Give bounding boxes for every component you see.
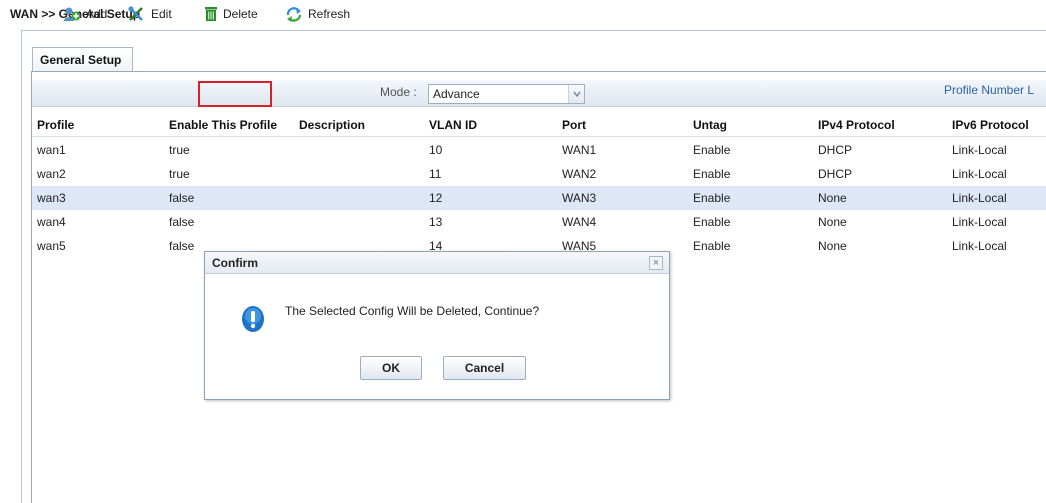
cell-ipv4-protocol: None bbox=[818, 191, 847, 205]
delete-button-label: Delete bbox=[223, 7, 258, 21]
edit-icon bbox=[128, 6, 146, 22]
cell-ipv6-protocol: Link-Local bbox=[952, 191, 1007, 205]
cell-vlan-id: 13 bbox=[429, 215, 443, 229]
delete-button[interactable]: Delete bbox=[204, 4, 258, 24]
table-row-selected[interactable]: wan3 false 12 WAN3 Enable None Link-Loca… bbox=[32, 186, 1046, 210]
cell-enable: false bbox=[169, 239, 195, 253]
cell-profile: wan1 bbox=[37, 143, 66, 157]
mode-select-value: Advance bbox=[433, 87, 480, 101]
column-header-enable[interactable]: Enable This Profile bbox=[169, 118, 277, 132]
table-row[interactable]: wan4 false 13 WAN4 Enable None Link-Loca… bbox=[32, 210, 1046, 234]
cell-untag: Enable bbox=[693, 143, 731, 157]
refresh-icon bbox=[285, 6, 303, 22]
profile-number-limit-link[interactable]: Profile Number L bbox=[944, 83, 1034, 97]
delete-highlight-box bbox=[198, 81, 272, 107]
cell-untag: Enable bbox=[693, 215, 731, 229]
column-header-ipv6-protocol[interactable]: IPv6 Protocol bbox=[952, 118, 1029, 132]
cell-enable: false bbox=[169, 215, 195, 229]
dialog-title-bar[interactable]: Confirm × bbox=[205, 252, 669, 274]
tab-general-setup[interactable]: General Setup bbox=[32, 47, 133, 71]
cell-enable: true bbox=[169, 167, 190, 181]
edit-button-label: Edit bbox=[151, 7, 172, 21]
cell-untag: Enable bbox=[693, 239, 731, 253]
column-header-profile[interactable]: Profile bbox=[37, 118, 74, 132]
add-button-label: Add bbox=[86, 7, 108, 21]
refresh-button-label: Refresh bbox=[308, 7, 351, 21]
dialog-title: Confirm bbox=[212, 256, 258, 270]
cancel-button[interactable]: Cancel bbox=[443, 356, 526, 380]
table-row[interactable]: wan1 true 10 WAN1 Enable DHCP Link-Local bbox=[32, 138, 1046, 162]
dialog-message: The Selected Config Will be Deleted, Con… bbox=[285, 304, 540, 318]
add-icon bbox=[63, 6, 81, 22]
cell-profile: wan2 bbox=[37, 167, 66, 181]
cell-vlan-id: 10 bbox=[429, 143, 443, 157]
mode-select[interactable]: Advance bbox=[428, 84, 585, 104]
cell-untag: Enable bbox=[693, 167, 731, 181]
cell-ipv6-protocol: Link-Local bbox=[952, 239, 1007, 253]
trash-icon bbox=[204, 6, 218, 22]
cell-ipv4-protocol: DHCP bbox=[818, 143, 853, 157]
chevron-down-icon[interactable] bbox=[568, 85, 584, 103]
cell-port: WAN3 bbox=[562, 191, 597, 205]
cell-profile: wan4 bbox=[37, 215, 66, 229]
exclamation-icon bbox=[241, 305, 265, 336]
ok-button[interactable]: OK bbox=[360, 356, 422, 380]
cell-ipv4-protocol: DHCP bbox=[818, 167, 853, 181]
refresh-button[interactable]: Refresh bbox=[285, 4, 350, 24]
mode-label: Mode : bbox=[380, 85, 417, 99]
column-header-ipv4-protocol[interactable]: IPv4 Protocol bbox=[818, 118, 895, 132]
close-icon[interactable]: × bbox=[649, 256, 663, 270]
column-header-vlan-id[interactable]: VLAN ID bbox=[429, 118, 477, 132]
cell-profile: wan3 bbox=[37, 191, 66, 205]
cell-ipv6-protocol: Link-Local bbox=[952, 143, 1007, 157]
column-header-description[interactable]: Description bbox=[299, 118, 365, 132]
table-header: Profile Enable This Profile Description … bbox=[32, 113, 1046, 137]
cell-ipv6-protocol: Link-Local bbox=[952, 215, 1007, 229]
cell-profile: wan5 bbox=[37, 239, 66, 253]
cell-vlan-id: 12 bbox=[429, 191, 443, 205]
add-button[interactable]: Add bbox=[63, 4, 107, 24]
table-row[interactable]: wan2 true 11 WAN2 Enable DHCP Link-Local bbox=[32, 162, 1046, 186]
cell-enable: true bbox=[169, 143, 190, 157]
cell-enable: false bbox=[169, 191, 195, 205]
column-header-port[interactable]: Port bbox=[562, 118, 586, 132]
cell-vlan-id: 11 bbox=[429, 167, 442, 181]
cell-ipv6-protocol: Link-Local bbox=[952, 167, 1007, 181]
cell-untag: Enable bbox=[693, 191, 731, 205]
confirm-dialog: Confirm × The Selected Config Will be De… bbox=[204, 251, 670, 400]
cell-ipv4-protocol: None bbox=[818, 215, 847, 229]
cell-port: WAN2 bbox=[562, 167, 597, 181]
cell-ipv4-protocol: None bbox=[818, 239, 847, 253]
cell-port: WAN1 bbox=[562, 143, 597, 157]
cell-port: WAN4 bbox=[562, 215, 597, 229]
edit-button[interactable]: Edit bbox=[128, 4, 172, 24]
column-header-untag[interactable]: Untag bbox=[693, 118, 727, 132]
